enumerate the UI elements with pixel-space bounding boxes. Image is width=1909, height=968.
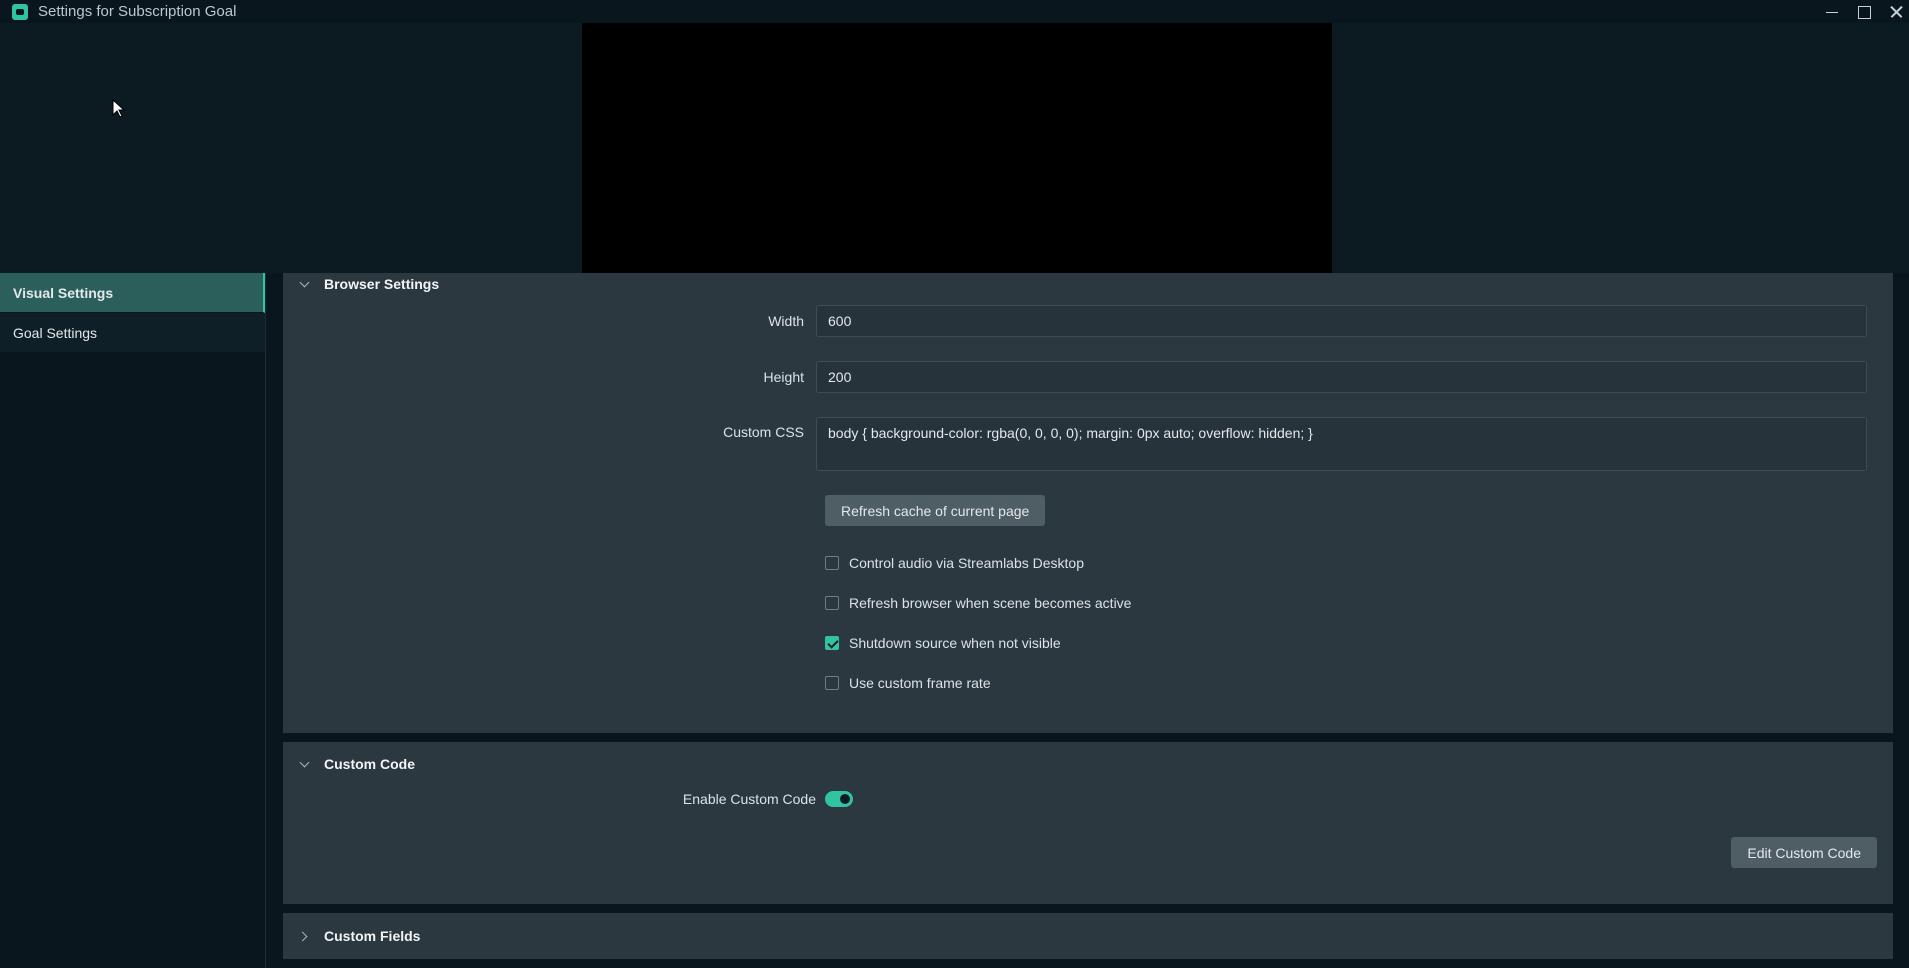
refresh-cache-row: Refresh cache of current page bbox=[825, 495, 1893, 526]
checkbox-custom-frame-rate[interactable]: Use custom frame rate bbox=[825, 673, 1893, 693]
checkbox-label: Shutdown source when not visible bbox=[849, 635, 1061, 651]
enable-custom-code-toggle[interactable] bbox=[825, 791, 853, 807]
enable-custom-code-row: Enable Custom Code bbox=[283, 791, 1893, 807]
title-bar: Settings for Subscription Goal bbox=[0, 0, 1909, 23]
height-row: Height 200 bbox=[283, 361, 1893, 393]
custom-code-header[interactable]: Custom Code bbox=[283, 755, 1893, 773]
checkbox-icon[interactable] bbox=[825, 556, 839, 570]
checkbox-icon[interactable] bbox=[825, 676, 839, 690]
section-title: Custom Fields bbox=[324, 928, 421, 944]
sidebar-item-label: Goal Settings bbox=[13, 324, 98, 341]
sidebar-item-goal-settings[interactable]: Goal Settings bbox=[0, 313, 265, 353]
checkbox-icon[interactable] bbox=[825, 596, 839, 610]
section-title: Browser Settings bbox=[324, 276, 440, 292]
checkbox-label: Use custom frame rate bbox=[849, 675, 991, 691]
checkbox-label: Refresh browser when scene becomes activ… bbox=[849, 595, 1132, 611]
height-input[interactable]: 200 bbox=[816, 361, 1867, 393]
custom-css-row: Custom CSS body { background-color: rgba… bbox=[283, 417, 1893, 471]
custom-fields-header[interactable]: Custom Fields bbox=[283, 927, 1893, 945]
enable-custom-code-label: Enable Custom Code bbox=[682, 791, 816, 807]
section-title: Custom Code bbox=[324, 756, 415, 772]
window-controls bbox=[1825, 0, 1903, 23]
browser-settings-section: Browser Settings Width 600 Height 200 Cu… bbox=[283, 273, 1893, 733]
checkbox-checked-icon[interactable] bbox=[825, 636, 839, 650]
edit-custom-code-button[interactable]: Edit Custom Code bbox=[1731, 837, 1877, 868]
custom-css-label: Custom CSS bbox=[723, 424, 804, 440]
custom-code-section: Custom Code Enable Custom Code Edit Cust… bbox=[283, 742, 1893, 904]
maximize-icon[interactable] bbox=[1857, 5, 1871, 19]
checkbox-control-audio[interactable]: Control audio via Streamlabs Desktop bbox=[825, 553, 1893, 573]
window-title: Settings for Subscription Goal bbox=[38, 3, 237, 20]
browser-settings-header[interactable]: Browser Settings bbox=[283, 275, 1893, 293]
close-icon[interactable] bbox=[1889, 5, 1903, 19]
preview-canvas bbox=[582, 23, 1332, 273]
source-preview-area bbox=[0, 23, 1909, 273]
width-input[interactable]: 600 bbox=[816, 305, 1867, 337]
refresh-cache-button[interactable]: Refresh cache of current page bbox=[825, 495, 1046, 526]
chevron-down-icon bbox=[299, 759, 309, 769]
checkbox-shutdown-source[interactable]: Shutdown source when not visible bbox=[825, 633, 1893, 653]
width-label: Width bbox=[768, 313, 804, 329]
edit-custom-code-row: Edit Custom Code bbox=[283, 837, 1893, 868]
streamlabs-app-icon bbox=[12, 3, 28, 20]
checkbox-refresh-browser[interactable]: Refresh browser when scene becomes activ… bbox=[825, 593, 1893, 613]
settings-content: Browser Settings Width 600 Height 200 Cu… bbox=[283, 273, 1893, 968]
custom-css-textarea[interactable]: body { background-color: rgba(0, 0, 0, 0… bbox=[816, 417, 1867, 471]
width-row: Width 600 bbox=[283, 305, 1893, 337]
custom-fields-section: Custom Fields bbox=[283, 913, 1893, 959]
chevron-right-icon bbox=[299, 931, 309, 941]
sidebar-item-label: Visual Settings bbox=[13, 284, 114, 301]
height-label: Height bbox=[763, 369, 804, 385]
chevron-down-icon bbox=[299, 279, 309, 289]
settings-sidebar: Visual Settings Goal Settings bbox=[0, 273, 266, 968]
checkbox-label: Control audio via Streamlabs Desktop bbox=[849, 555, 1085, 571]
sidebar-item-visual-settings[interactable]: Visual Settings bbox=[0, 273, 265, 313]
minimize-icon[interactable] bbox=[1825, 5, 1839, 19]
